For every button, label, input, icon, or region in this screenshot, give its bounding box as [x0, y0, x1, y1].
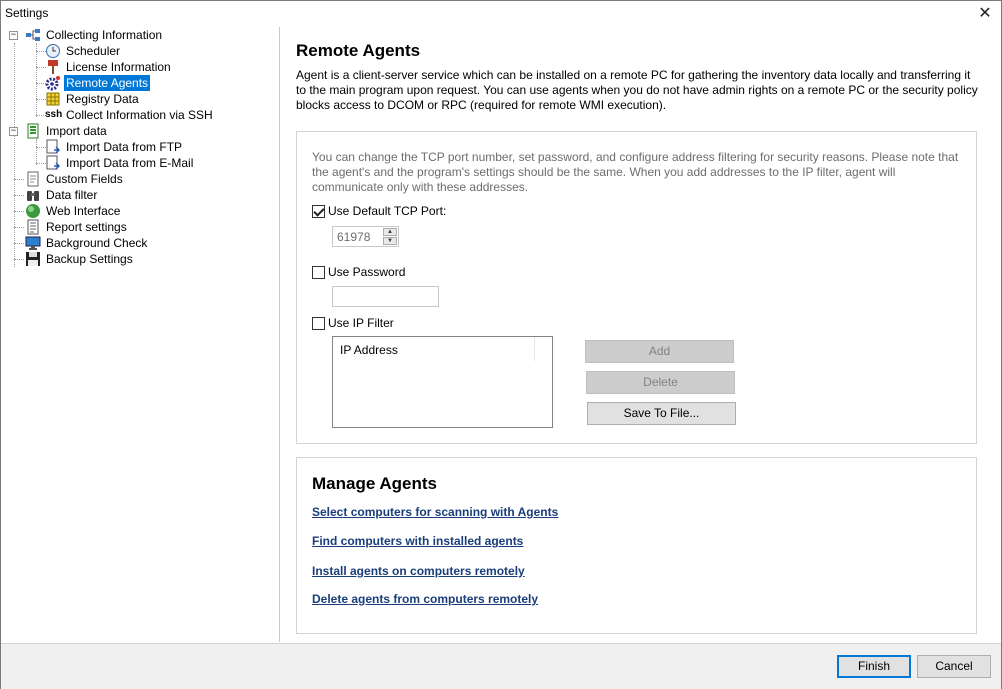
main-content: Remote Agents Agent is a client-server s… — [281, 27, 1001, 642]
settings-window: Settings ✕ − − Collecting Information Sc… — [0, 0, 1002, 689]
collapse-icon[interactable]: − — [9, 127, 18, 136]
agent-gear-icon — [45, 75, 61, 91]
tree-item-label: Collecting Information — [46, 28, 163, 42]
tree-line — [14, 211, 24, 212]
license-icon — [45, 59, 61, 75]
globe-icon — [25, 203, 41, 219]
use-password-checkbox[interactable]: Use Password — [312, 265, 405, 279]
tree-item-label: Collect Information via SSH — [66, 108, 213, 122]
ip-column-header: IP Address — [340, 343, 398, 357]
tree-item-label: Registry Data — [66, 92, 139, 106]
port-stepper[interactable]: 61978 ▲ ▼ — [332, 226, 399, 247]
tree-line — [36, 43, 37, 117]
tree-item-label: Import Data from FTP — [66, 140, 183, 154]
tree-item-collect-information-via-ssh[interactable]: ssh Collect Information via SSH — [45, 107, 215, 123]
settings-tree: − − Collecting Information Scheduler Lic… — [4, 27, 280, 642]
password-field[interactable] — [332, 286, 439, 307]
tree-line — [14, 43, 15, 267]
tree-item-label: License Information — [66, 60, 171, 74]
tree-line — [14, 227, 24, 228]
use-ip-filter-checkbox[interactable]: Use IP Filter — [312, 316, 394, 330]
page-description: Agent is a client-server service which c… — [296, 68, 978, 112]
tree-item-registry-data[interactable]: Registry Data — [45, 91, 141, 107]
checkbox-unchecked[interactable] — [312, 265, 325, 279]
title-bar: Settings ✕ — [1, 1, 1001, 26]
tree-item-label: Report settings — [46, 220, 127, 234]
page-title: Remote Agents — [296, 41, 421, 60]
find-computers-link[interactable]: Find computers with installed agents — [312, 534, 523, 548]
tree-item-label: Custom Fields — [46, 172, 123, 186]
tree-item-label: Web Interface — [46, 204, 121, 218]
tree-item-collecting-information[interactable]: Collecting Information — [25, 27, 164, 43]
monitor-icon — [25, 235, 41, 251]
tree-line — [36, 139, 37, 165]
ftp-icon — [45, 139, 61, 155]
import-icon — [25, 123, 41, 139]
checkbox-label: Use Password — [328, 265, 406, 279]
checkbox-unchecked[interactable] — [312, 316, 325, 330]
network-icon — [25, 27, 41, 43]
tree-item-import-data[interactable]: Import data — [25, 123, 109, 139]
tree-item-data-filter[interactable]: Data filter — [25, 187, 99, 203]
security-note: You can change the TCP port number, set … — [312, 150, 959, 194]
tree-item-license-information[interactable]: License Information — [45, 59, 173, 75]
tree-item-import-data-from-email[interactable]: Import Data from E-Mail — [45, 155, 195, 171]
tree-item-backup-settings[interactable]: Backup Settings — [25, 251, 135, 267]
add-button[interactable]: Add — [585, 340, 734, 363]
port-value: 61978 — [337, 230, 371, 244]
checkbox-checked[interactable] — [312, 204, 325, 218]
arrow-down-icon[interactable]: ▼ — [383, 237, 397, 245]
clock-icon — [45, 43, 61, 59]
close-icon[interactable]: ✕ — [975, 3, 995, 23]
checkbox-label: Use Default TCP Port: — [328, 204, 447, 218]
tree-line — [14, 259, 24, 260]
manage-agents-title: Manage Agents — [312, 474, 438, 493]
delete-button[interactable]: Delete — [586, 371, 735, 394]
cancel-button[interactable]: Cancel — [917, 655, 991, 678]
manage-agents-panel: Manage Agents Select computers for scann… — [296, 457, 977, 634]
dialog-footer: Finish Cancel — [1, 643, 1001, 689]
tree-item-web-interface[interactable]: Web Interface — [25, 203, 122, 219]
tree-item-remote-agents[interactable]: Remote Agents — [45, 75, 151, 91]
tree-item-label: Remote Agents — [64, 75, 151, 91]
tree-line — [14, 195, 24, 196]
tree-line — [14, 243, 24, 244]
fields-icon — [25, 171, 41, 187]
window-title: Settings — [5, 6, 49, 20]
tree-item-scheduler[interactable]: Scheduler — [45, 43, 122, 59]
ip-address-list[interactable]: IP Address — [332, 336, 553, 428]
tree-item-background-check[interactable]: Background Check — [25, 235, 149, 251]
arrow-up-icon[interactable]: ▲ — [383, 228, 397, 236]
select-computers-link[interactable]: Select computers for scanning with Agent… — [312, 505, 558, 519]
use-default-port-checkbox[interactable]: Use Default TCP Port: — [312, 204, 446, 218]
agent-settings-panel: You can change the TCP port number, set … — [296, 131, 977, 444]
tree-item-label: Scheduler — [66, 44, 121, 58]
tree-item-label: Import Data from E-Mail — [66, 156, 194, 170]
floppy-icon — [25, 251, 41, 267]
binoculars-icon — [25, 187, 41, 203]
tree-item-import-data-from-ftp[interactable]: Import Data from FTP — [45, 139, 184, 155]
tree-item-label: Background Check — [46, 236, 148, 250]
report-icon — [25, 219, 41, 235]
delete-agents-link[interactable]: Delete agents from computers remotely — [312, 592, 538, 606]
finish-button[interactable]: Finish — [837, 655, 911, 678]
email-icon — [45, 155, 61, 171]
ip-list-header[interactable]: IP Address — [333, 337, 535, 361]
grid-icon — [45, 91, 61, 107]
tree-item-label: Data filter — [46, 188, 98, 202]
tree-item-label: Import data — [46, 124, 107, 138]
ssh-icon: ssh — [45, 109, 63, 120]
checkbox-label: Use IP Filter — [328, 316, 394, 330]
stepper-buttons: ▲ ▼ — [383, 228, 397, 245]
tree-item-report-settings[interactable]: Report settings — [25, 219, 129, 235]
install-agents-link[interactable]: Install agents on computers remotely — [312, 564, 525, 578]
tree-item-label: Backup Settings — [46, 252, 133, 266]
save-to-file-button[interactable]: Save To File... — [587, 402, 736, 425]
tree-item-custom-fields[interactable]: Custom Fields — [25, 171, 125, 187]
tree-line — [14, 179, 24, 180]
collapse-icon[interactable]: − — [9, 31, 18, 40]
